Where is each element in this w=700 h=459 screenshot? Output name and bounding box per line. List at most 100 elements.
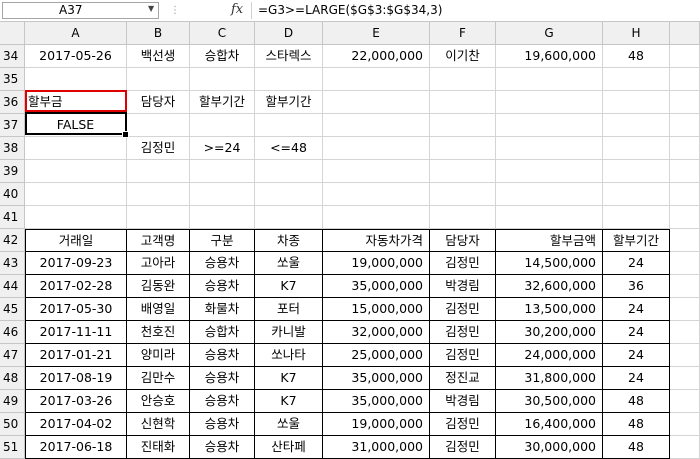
cell-g46[interactable]: 30,200,000	[496, 321, 603, 344]
row-header[interactable]: 35	[0, 68, 25, 91]
cell-h50[interactable]: 48	[603, 413, 670, 436]
cell-a36[interactable]: 할부금	[25, 91, 127, 114]
cell-c51[interactable]: 승용차	[190, 436, 255, 459]
cell-e40[interactable]	[323, 183, 430, 206]
cell-f40[interactable]	[430, 183, 496, 206]
cell-a51[interactable]: 2017-06-18	[25, 436, 127, 459]
cell-d43[interactable]: 쏘울	[255, 252, 323, 275]
cell-i38[interactable]	[670, 137, 700, 160]
cell-a34[interactable]: 2017-05-26	[25, 45, 127, 68]
cell-f41[interactable]	[430, 206, 496, 229]
cell-d36[interactable]: 할부기간	[255, 91, 323, 114]
row-header[interactable]: 39	[0, 160, 25, 183]
cell-a50[interactable]: 2017-04-02	[25, 413, 127, 436]
cell-a38[interactable]	[25, 137, 127, 160]
cell-b49[interactable]: 안승호	[127, 390, 190, 413]
column-header-e[interactable]: E	[323, 22, 430, 45]
cell-d38[interactable]: <=48	[255, 137, 323, 160]
cell-b41[interactable]	[127, 206, 190, 229]
chevron-down-icon[interactable]: ▼	[148, 0, 154, 17]
cell-f39[interactable]	[430, 160, 496, 183]
cell-c48[interactable]: 승용차	[190, 367, 255, 390]
insert-function-icon[interactable]: fx	[231, 2, 243, 18]
cell-f49[interactable]: 박경림	[430, 390, 496, 413]
cell-f36[interactable]	[430, 91, 496, 114]
row-header[interactable]: 47	[0, 344, 25, 367]
cell-a41[interactable]	[25, 206, 127, 229]
cell-e34[interactable]: 22,000,000	[323, 45, 430, 68]
cell-d51[interactable]: 산타페	[255, 436, 323, 459]
column-header-f[interactable]: F	[430, 22, 496, 45]
column-header-c[interactable]: C	[190, 22, 255, 45]
cell-d35[interactable]	[255, 68, 323, 91]
cell-d42[interactable]: 차종	[255, 229, 323, 252]
cell-h47[interactable]: 24	[603, 344, 670, 367]
cell-i42[interactable]	[670, 229, 700, 252]
cell-h35[interactable]	[603, 68, 670, 91]
cell-f34[interactable]: 이기찬	[430, 45, 496, 68]
row-header[interactable]: 48	[0, 367, 25, 390]
cell-i43[interactable]	[670, 252, 700, 275]
cell-g35[interactable]	[496, 68, 603, 91]
cell-b42[interactable]: 고객명	[127, 229, 190, 252]
cell-h42[interactable]: 할부기간	[603, 229, 670, 252]
cell-g50[interactable]: 16,400,000	[496, 413, 603, 436]
cell-d46[interactable]: 카니발	[255, 321, 323, 344]
cell-c35[interactable]	[190, 68, 255, 91]
cell-d49[interactable]: K7	[255, 390, 323, 413]
row-header[interactable]: 41	[0, 206, 25, 229]
cell-c44[interactable]: 승용차	[190, 275, 255, 298]
cell-i41[interactable]	[670, 206, 700, 229]
cell-i39[interactable]	[670, 160, 700, 183]
cell-e42[interactable]: 자동차가격	[323, 229, 430, 252]
cell-i45[interactable]	[670, 298, 700, 321]
cell-a37[interactable]: FALSE	[25, 114, 127, 137]
cell-g51[interactable]: 30,000,000	[496, 436, 603, 459]
cell-f43[interactable]: 김정민	[430, 252, 496, 275]
cell-e46[interactable]: 32,000,000	[323, 321, 430, 344]
cell-a35[interactable]	[25, 68, 127, 91]
column-header-a[interactable]: A	[25, 22, 127, 45]
row-header[interactable]: 34	[0, 45, 25, 68]
cell-h45[interactable]: 24	[603, 298, 670, 321]
cell-b48[interactable]: 김만수	[127, 367, 190, 390]
row-header[interactable]: 50	[0, 413, 25, 436]
cell-d44[interactable]: K7	[255, 275, 323, 298]
cell-b51[interactable]: 진태화	[127, 436, 190, 459]
row-header[interactable]: 37	[0, 114, 25, 137]
cell-a40[interactable]	[25, 183, 127, 206]
cell-g49[interactable]: 30,500,000	[496, 390, 603, 413]
cell-i40[interactable]	[670, 183, 700, 206]
cell-d47[interactable]: 쏘나타	[255, 344, 323, 367]
cell-e48[interactable]: 35,000,000	[323, 367, 430, 390]
cell-g37[interactable]	[496, 114, 603, 137]
cell-b46[interactable]: 천호진	[127, 321, 190, 344]
cell-c49[interactable]: 승용차	[190, 390, 255, 413]
cell-c43[interactable]: 승용차	[190, 252, 255, 275]
cell-c39[interactable]	[190, 160, 255, 183]
cell-h44[interactable]: 36	[603, 275, 670, 298]
cell-d37[interactable]	[255, 114, 323, 137]
column-header-b[interactable]: B	[127, 22, 190, 45]
cell-i51[interactable]	[670, 436, 700, 459]
cell-e43[interactable]: 19,000,000	[323, 252, 430, 275]
column-header-g[interactable]: G	[496, 22, 603, 45]
cell-b38[interactable]: 김정민	[127, 137, 190, 160]
cell-a45[interactable]: 2017-05-30	[25, 298, 127, 321]
cell-d41[interactable]	[255, 206, 323, 229]
cell-c40[interactable]	[190, 183, 255, 206]
cell-f35[interactable]	[430, 68, 496, 91]
cell-b47[interactable]: 양미라	[127, 344, 190, 367]
cell-f46[interactable]: 김정민	[430, 321, 496, 344]
cell-g43[interactable]: 14,500,000	[496, 252, 603, 275]
cell-c42[interactable]: 구분	[190, 229, 255, 252]
cell-c47[interactable]: 승용차	[190, 344, 255, 367]
cell-i49[interactable]	[670, 390, 700, 413]
row-header[interactable]: 40	[0, 183, 25, 206]
cell-c46[interactable]: 승합차	[190, 321, 255, 344]
cell-f51[interactable]: 김정민	[430, 436, 496, 459]
cell-f42[interactable]: 담당자	[430, 229, 496, 252]
cell-d39[interactable]	[255, 160, 323, 183]
cell-a44[interactable]: 2017-02-28	[25, 275, 127, 298]
cell-d45[interactable]: 포터	[255, 298, 323, 321]
